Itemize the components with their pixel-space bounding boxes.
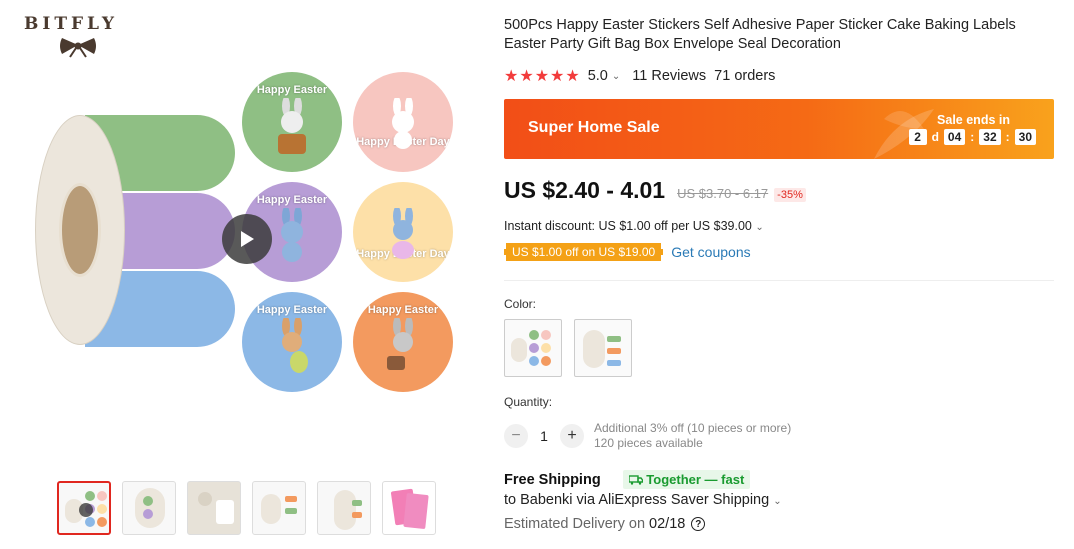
product-gallery: BITFLY Happy Easter Happy Easter Day Hap… xyxy=(0,0,480,549)
truck-icon xyxy=(627,475,643,485)
quantity-input[interactable] xyxy=(528,428,560,444)
quantity-increase-button[interactable]: + xyxy=(560,424,584,448)
sale-banner[interactable]: Super Home Sale Sale ends in 2 d 04 : 32… xyxy=(504,99,1054,159)
countdown-seconds: 30 xyxy=(1014,129,1036,145)
stock-available-text: 120 pieces available xyxy=(594,436,703,450)
discount-badge: -35% xyxy=(774,188,806,202)
sale-ends-label: Sale ends in xyxy=(937,113,1010,127)
roll-core xyxy=(59,183,101,277)
current-price: US $2.40 - 4.01 xyxy=(504,177,666,203)
quantity-info: Additional 3% off (10 pieces or more) 12… xyxy=(594,421,791,451)
product-title: 500Pcs Happy Easter Stickers Self Adhesi… xyxy=(504,17,1016,52)
video-play-button[interactable] xyxy=(222,214,272,264)
get-coupons-link[interactable]: Get coupons xyxy=(671,244,750,260)
sticker-text: Happy Easter xyxy=(256,84,328,96)
sticker-4: Happy Easter Day xyxy=(353,182,453,282)
bunny-icon xyxy=(278,98,306,154)
reviews-link[interactable]: 11 Reviews xyxy=(632,68,706,84)
thumbnail-5[interactable] xyxy=(317,481,371,535)
bunny-icon xyxy=(392,98,414,149)
estimated-delivery-date: 02/18 xyxy=(649,516,686,532)
sticker-6: Happy Easter xyxy=(353,292,453,392)
estimated-delivery-label: Estimated Delivery on xyxy=(504,516,646,532)
coupon-tag[interactable]: US $1.00 off on US $19.00 xyxy=(504,243,664,261)
chevron-down-icon: ⌄ xyxy=(755,222,764,233)
divider xyxy=(504,280,1054,281)
help-icon[interactable]: ? xyxy=(691,517,706,531)
free-shipping-label: Free Shipping xyxy=(504,471,601,488)
estimated-delivery: Estimated Delivery on 02/18 ? xyxy=(504,516,706,532)
bunny-icon xyxy=(281,208,303,262)
countdown-days-unit: d xyxy=(931,130,939,144)
bunny-icon xyxy=(392,208,414,259)
sticker-5: Happy Easter xyxy=(242,292,342,392)
sticker-text: Happy Easter xyxy=(256,304,328,316)
shipping-destination-text: to Babenki via AliExpress Saver Shipping xyxy=(504,492,770,508)
bulk-discount-text: Additional 3% off (10 pieces or more) xyxy=(594,421,792,435)
sale-name: Super Home Sale xyxy=(528,119,660,136)
quantity-label: Quantity: xyxy=(504,395,553,409)
sticker-1: Happy Easter xyxy=(242,72,342,172)
sticker-text: Happy Easter xyxy=(367,304,439,316)
thumbnail-1[interactable] xyxy=(57,481,111,535)
quantity-decrease-button[interactable]: − xyxy=(504,424,528,448)
together-fast-badge: Together — fast xyxy=(622,470,751,489)
instant-discount[interactable]: Instant discount: US $1.00 off per US $3… xyxy=(504,219,764,233)
thumbnail-3[interactable] xyxy=(187,481,241,535)
original-price: US $3.70 - 6.17 xyxy=(677,186,769,201)
bunny-icon xyxy=(387,318,413,370)
together-fast-text: Together — fast xyxy=(646,472,745,487)
chevron-down-icon[interactable]: ⌄ xyxy=(612,71,620,82)
thumbnail-6[interactable] xyxy=(382,481,436,535)
brand-name: BITFLY xyxy=(24,14,119,34)
countdown-hours: 04 xyxy=(943,129,966,145)
brand-logo: BITFLY xyxy=(24,14,154,58)
countdown-days: 2 xyxy=(908,129,927,145)
color-swatch-1[interactable] xyxy=(504,319,562,377)
instant-discount-text: Instant discount: US $1.00 off per US $3… xyxy=(504,219,752,233)
chevron-down-icon: ⌄ xyxy=(773,496,782,507)
play-icon xyxy=(241,231,254,247)
color-swatches xyxy=(504,319,632,377)
color-swatch-2[interactable] xyxy=(574,319,632,377)
orders-count: 71 orders xyxy=(714,68,776,84)
color-label: Color: xyxy=(504,297,537,311)
sale-countdown: 2 d 04 : 32 : 30 xyxy=(908,129,1036,145)
countdown-minutes: 32 xyxy=(979,129,1001,145)
sticker-2: Happy Easter Day xyxy=(353,72,453,172)
shipping-row: Free Shipping Together — fast xyxy=(504,470,751,489)
sticker-text: Happy Easter xyxy=(256,194,328,206)
star-rating-icon: ★★★★★ xyxy=(504,68,581,85)
bow-icon xyxy=(60,38,96,58)
price-row: US $2.40 - 4.01 US $3.70 - 6.17 -35% xyxy=(504,177,806,204)
thumbnail-2[interactable] xyxy=(122,481,176,535)
rating-value[interactable]: 5.0 xyxy=(588,68,608,84)
thumbnail-strip xyxy=(57,481,436,535)
coupon-row: US $1.00 off on US $19.00 Get coupons xyxy=(504,243,751,261)
rating-row: ★★★★★ 5.0 ⌄ 11 Reviews 71 orders xyxy=(504,66,775,86)
sticker-roll-image xyxy=(35,115,235,347)
bunny-icon xyxy=(282,318,308,373)
thumbnail-4[interactable] xyxy=(252,481,306,535)
shipping-destination[interactable]: to Babenki via AliExpress Saver Shipping… xyxy=(504,492,782,508)
main-product-image[interactable]: Happy Easter Happy Easter Day Happy East… xyxy=(30,60,470,420)
quantity-stepper: − + Additional 3% off (10 pieces or more… xyxy=(504,421,791,451)
